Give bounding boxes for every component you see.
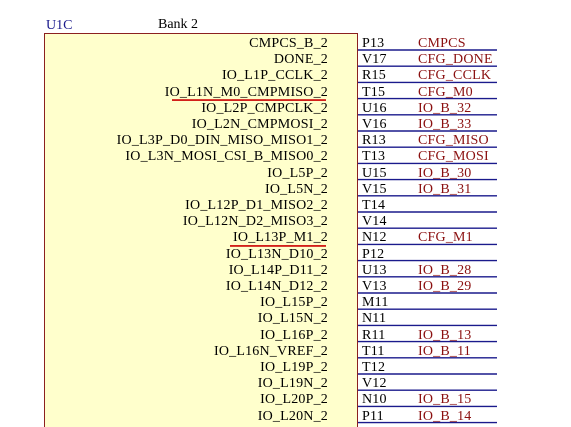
- pin-number-label: V12: [362, 376, 387, 392]
- pin-number-label: R15: [362, 68, 386, 84]
- pin-number-label: V14: [362, 214, 387, 230]
- pin-name-label: IO_L1N_M0_CMPMISO_2: [164, 84, 328, 100]
- net-label: IO_B_11: [418, 343, 471, 359]
- net-label: CFG_DONE: [418, 52, 493, 68]
- net-label: IO_B_32: [418, 100, 472, 116]
- net-label: CFG_M0: [418, 84, 473, 100]
- net-label: IO_B_15: [418, 392, 472, 408]
- pin-number-label: U15: [362, 165, 387, 181]
- pin-name-label: IO_L3P_D0_DIN_MISO_MISO1_2: [116, 133, 328, 149]
- pin-number-label: T15: [362, 84, 386, 100]
- pin-number-label: T14: [362, 198, 386, 213]
- pin-number-label: P11: [362, 408, 384, 424]
- net-label: IO_B_28: [418, 262, 472, 278]
- pin-name-label: IO_L16P_2: [260, 327, 328, 343]
- pin-name-label: DONE_2: [273, 52, 328, 68]
- pin-name-label: IO_L13N_D10_2: [225, 246, 328, 262]
- net-label: IO_B_33: [418, 117, 472, 132]
- pin-number-label: N12: [362, 230, 387, 246]
- pin-name-label: IO_L14P_D11_2: [228, 262, 328, 278]
- pin-number-label: T13: [362, 149, 386, 165]
- pin-number-label: V16: [362, 117, 387, 132]
- pin-name-label: IO_L20P_2: [260, 392, 328, 408]
- pin-name-label: IO_L15P_2: [260, 295, 328, 311]
- pin-name-label: IO_L12P_D1_MISO2_2: [185, 198, 328, 213]
- pin-name-label: IO_L3N_MOSI_CSI_B_MISO0_2: [125, 149, 328, 165]
- net-label: CMPCS: [418, 36, 466, 51]
- pin-name-label: IO_L15N_2: [257, 311, 328, 327]
- net-label: CFG_CCLK: [418, 68, 492, 84]
- pin-name-label: IO_L19N_2: [257, 376, 328, 392]
- pin-number-label: M11: [362, 295, 389, 311]
- pin-number-label: U16: [362, 100, 387, 116]
- pin-number-label: N10: [362, 392, 387, 408]
- pin-name-label: IO_L5P_2: [267, 165, 328, 181]
- pin-number-label: V15: [362, 181, 387, 197]
- net-label: CFG_M1: [418, 230, 473, 246]
- pin-number-label: V13: [362, 279, 387, 294]
- pin-name-label: IO_L5N_2: [264, 181, 328, 197]
- net-label: IO_B_14: [418, 408, 472, 424]
- pin-number-label: U13: [362, 262, 387, 278]
- pin-name-label: IO_L20N_2: [257, 408, 328, 424]
- pin-number-label: V17: [362, 52, 387, 68]
- net-label: CFG_MOSI: [418, 149, 489, 165]
- net-label: IO_B_31: [418, 181, 472, 197]
- pin-name-label: IO_L2P_CMPCLK_2: [201, 100, 328, 116]
- pin-name-label: IO_L13P_M1_2: [233, 230, 328, 246]
- pin-number-label: T11: [362, 343, 385, 359]
- pin-number-label: N11: [362, 311, 387, 327]
- pin-number-label: T12: [362, 360, 386, 375]
- part-reference: U1C: [46, 18, 73, 33]
- pin-name-label: IO_L1P_CCLK_2: [221, 68, 328, 84]
- pin-number-label: P13: [362, 36, 385, 51]
- pin-name-label: IO_L2N_CMPMOSI_2: [191, 117, 328, 132]
- pin-number-label: R13: [362, 133, 386, 149]
- net-label: IO_B_30: [418, 165, 472, 181]
- pin-name-label: IO_L16N_VREF_2: [213, 343, 328, 359]
- pin-name-label: IO_L12N_D2_MISO3_2: [182, 214, 328, 230]
- net-label: IO_B_29: [418, 279, 472, 294]
- pin-name-label: IO_L19P_2: [260, 360, 328, 375]
- pin-number-label: R11: [362, 327, 386, 343]
- pin-name-label: CMPCS_B_2: [249, 36, 328, 51]
- bank-label: Bank 2: [158, 17, 199, 32]
- net-label: CFG_MISO: [418, 133, 489, 149]
- pin-number-label: P12: [362, 246, 385, 262]
- net-label: IO_B_13: [418, 327, 472, 343]
- pin-name-label: IO_L14N_D12_2: [225, 279, 328, 294]
